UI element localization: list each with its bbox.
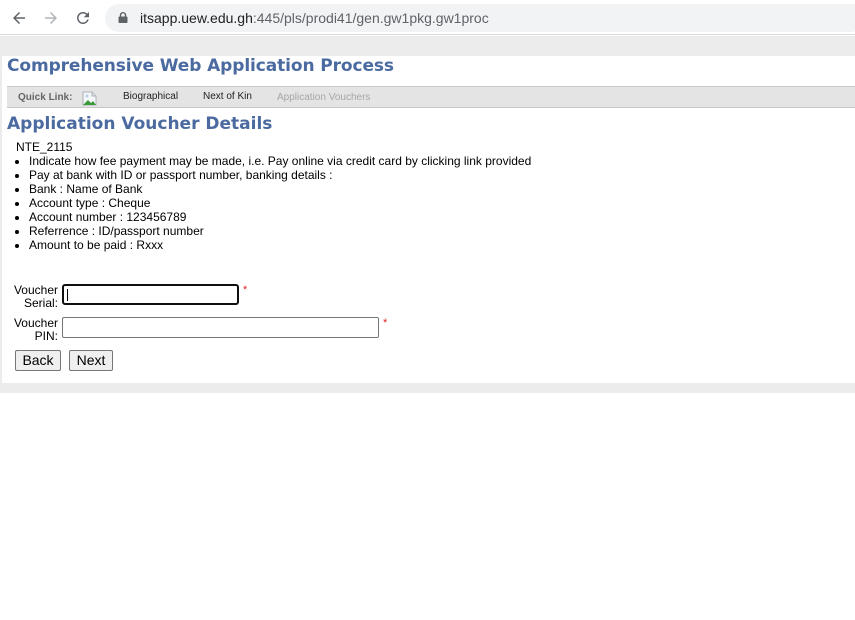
required-asterisk: *: [243, 284, 248, 296]
instruction-item: Indicate how fee payment may be made, i.…: [29, 154, 531, 168]
voucher-pin-input[interactable]: [62, 317, 379, 338]
url-text: itsapp.uew.edu.gh:445/pls/prodi41/gen.gw…: [140, 10, 489, 26]
required-asterisk: *: [383, 317, 388, 329]
instruction-item: Account number : 123456789: [29, 210, 531, 224]
instruction-item: Amount to be paid : Rxxx: [29, 238, 531, 252]
section-title: Application Voucher Details: [7, 114, 273, 134]
instruction-item: Referrence : ID/passport number: [29, 224, 531, 238]
broken-image-icon[interactable]: [82, 91, 97, 106]
quick-link-next-of-kin[interactable]: Next of Kin: [203, 91, 252, 102]
quick-link-application-vouchers: Application Vouchers: [277, 92, 371, 103]
address-bar[interactable]: itsapp.uew.edu.gh:445/pls/prodi41/gen.gw…: [105, 4, 855, 32]
instruction-item: Account type : Cheque: [29, 196, 531, 210]
reload-icon[interactable]: [72, 7, 94, 29]
voucher-code: NTE_2115: [16, 140, 73, 154]
browser-toolbar: itsapp.uew.edu.gh:445/pls/prodi41/gen.gw…: [0, 0, 855, 35]
voucher-serial-input[interactable]: [62, 284, 239, 305]
back-button[interactable]: Back: [15, 350, 61, 371]
next-button[interactable]: Next: [69, 350, 113, 371]
quick-link-label: Quick Link:: [18, 92, 73, 103]
label-line: Serial:: [23, 296, 58, 310]
label-line: PIN:: [34, 329, 58, 343]
instruction-item: Bank : Name of Bank: [29, 182, 531, 196]
page-title: Comprehensive Web Application Process: [7, 56, 394, 76]
voucher-serial-label: Voucher Serial:: [2, 284, 58, 310]
instruction-item: Pay at bank with ID or passport number, …: [29, 168, 531, 182]
lock-icon: [118, 12, 128, 23]
forward-arrow-icon[interactable]: [40, 7, 62, 29]
voucher-pin-label: Voucher PIN:: [2, 317, 58, 343]
quick-link-bar: Quick Link: Biographical Next of Kin App…: [7, 86, 855, 108]
payment-instructions: Indicate how fee payment may be made, i.…: [2, 154, 531, 252]
page-content: Comprehensive Web Application Process Qu…: [2, 56, 855, 383]
back-arrow-icon[interactable]: [8, 7, 30, 29]
quick-link-biographical[interactable]: Biographical: [123, 91, 178, 102]
